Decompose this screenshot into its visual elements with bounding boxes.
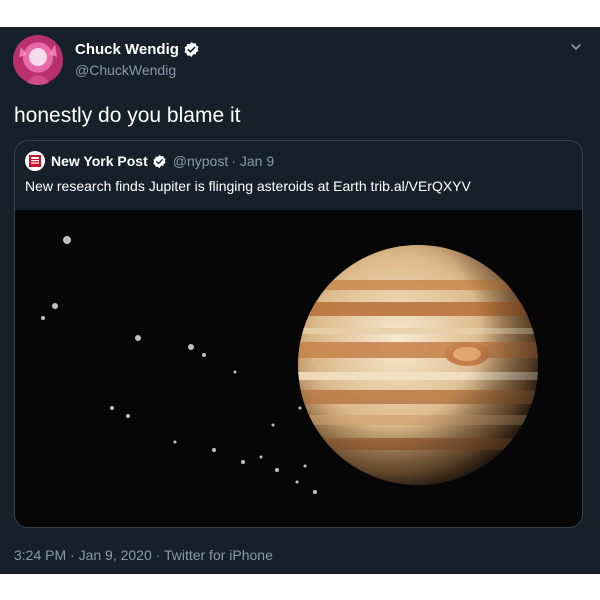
tweet-card: Chuck Wendig @ChuckWendig honestly do yo… <box>0 27 600 574</box>
nypost-logo-icon <box>29 155 41 167</box>
author-handle[interactable]: @ChuckWendig <box>75 62 176 78</box>
chevron-down-icon[interactable] <box>569 40 583 54</box>
tweet-timestamp[interactable]: 3:24 PM · Jan 9, 2020 · Twitter for iPho… <box>14 547 273 563</box>
quoted-separator: · <box>231 153 236 169</box>
jupiter-illustration <box>15 210 582 527</box>
quoted-tweet[interactable]: New York Post @nypost · Jan 9 New resear… <box>14 140 583 528</box>
quoted-handle[interactable]: @nypost <box>173 153 228 169</box>
jupiter-image[interactable] <box>15 210 582 527</box>
tweet-text: honestly do you blame it <box>14 104 241 127</box>
verified-badge-icon <box>184 42 199 57</box>
quoted-display-name[interactable]: New York Post <box>51 153 148 169</box>
verified-badge-icon <box>153 154 166 168</box>
quoted-text: New research finds Jupiter is flinging a… <box>25 178 471 194</box>
author-name-row[interactable]: Chuck Wendig <box>75 41 200 58</box>
quoted-avatar[interactable] <box>25 151 45 171</box>
author-avatar[interactable] <box>13 35 63 85</box>
quoted-date[interactable]: Jan 9 <box>240 153 274 169</box>
quoted-header: New York Post @nypost · Jan 9 <box>25 151 274 171</box>
author-display-name[interactable]: Chuck Wendig <box>75 41 179 58</box>
